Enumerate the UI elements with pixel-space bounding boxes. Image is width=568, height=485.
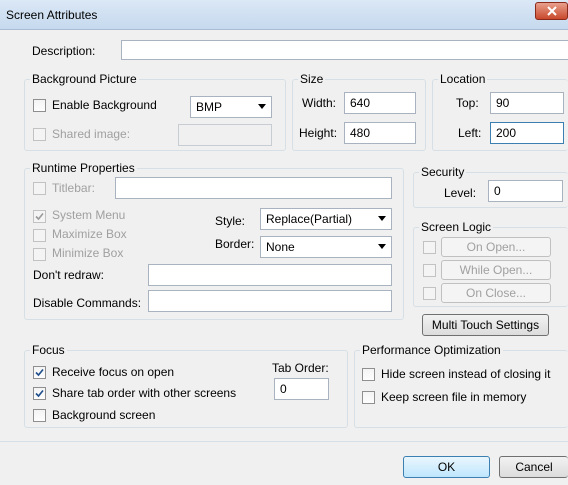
height-label: Height: (299, 126, 338, 140)
keep-screen-file-label: Keep screen file in memory (381, 390, 527, 404)
maximize-box-label: Maximize Box (52, 227, 127, 241)
checkmark-icon (35, 389, 44, 398)
maximize-box-checkbox[interactable] (33, 229, 46, 242)
left-label: Left: (458, 126, 482, 140)
border-value: None (266, 240, 295, 254)
checkmark-icon (35, 368, 44, 377)
border-select[interactable]: None (260, 236, 392, 258)
screen-logic-group-label: Screen Logic (419, 220, 494, 234)
background-screen-checkbox[interactable] (33, 409, 46, 422)
minimize-box-label: Minimize Box (52, 246, 124, 260)
description-label: Description: (32, 44, 96, 58)
size-group-label: Size (298, 72, 326, 86)
cancel-button[interactable]: Cancel (499, 456, 568, 478)
height-input[interactable]: 480 (344, 122, 416, 144)
top-label: Top: (456, 96, 479, 110)
tab-order-label: Tab Order: (272, 361, 329, 375)
disable-commands-label: Disable Commands: (33, 296, 142, 310)
on-close-checkbox[interactable] (423, 287, 436, 300)
close-icon (547, 6, 557, 16)
multi-touch-settings-button[interactable]: Multi Touch Settings (422, 314, 549, 336)
while-open-checkbox[interactable] (423, 264, 436, 277)
focus-group-label: Focus (30, 343, 67, 357)
on-close-button[interactable]: On Close... (441, 283, 551, 303)
performance-optimization-group (354, 350, 568, 428)
screen-attributes-dialog: Screen Attributes Description: Backgroun… (0, 0, 568, 485)
disable-commands-input[interactable] (148, 290, 392, 312)
top-input[interactable]: 90 (490, 92, 564, 114)
style-label: Style: (215, 214, 246, 228)
window-title: Screen Attributes (6, 8, 98, 22)
width-label: Width: (302, 96, 337, 110)
security-level-label: Level: (444, 186, 477, 200)
background-screen-label: Background screen (52, 408, 156, 422)
enable-background-label: Enable Background (52, 98, 157, 112)
performance-optimization-group-label: Performance Optimization (360, 343, 503, 357)
checkmark-icon (35, 212, 44, 221)
security-group-label: Security (419, 165, 467, 179)
description-input[interactable] (121, 40, 568, 60)
titlebar-label: Titlebar: (52, 181, 95, 195)
dont-redraw-label: Don't redraw: (33, 268, 104, 282)
security-level-input[interactable]: 0 (488, 180, 563, 202)
shared-image-input[interactable] (178, 124, 272, 146)
titlebar-checkbox[interactable] (33, 182, 46, 195)
shared-image-checkbox[interactable] (33, 128, 46, 141)
hide-screen-label: Hide screen instead of closing it (381, 367, 551, 381)
background-picture-group-label: Background Picture (30, 72, 139, 86)
style-select[interactable]: Replace(Partial) (260, 208, 392, 230)
system-menu-label: System Menu (52, 208, 126, 222)
border-label: Border: (215, 237, 255, 251)
chevron-down-icon (378, 244, 386, 249)
location-group-label: Location (438, 72, 488, 86)
system-menu-checkbox[interactable] (33, 210, 46, 223)
on-open-button[interactable]: On Open... (441, 237, 551, 257)
tab-order-input[interactable]: 0 (274, 378, 329, 400)
hide-screen-checkbox[interactable] (362, 368, 375, 381)
footer-divider (0, 441, 568, 442)
enable-background-checkbox[interactable] (33, 99, 46, 112)
close-button[interactable] (535, 2, 568, 20)
receive-focus-label: Receive focus on open (52, 365, 175, 379)
keep-screen-file-checkbox[interactable] (362, 391, 375, 404)
dont-redraw-input[interactable] (148, 264, 392, 286)
style-value: Replace(Partial) (266, 212, 353, 226)
background-format-select[interactable]: BMP (190, 96, 272, 118)
while-open-button[interactable]: While Open... (441, 260, 551, 280)
title-bar: Screen Attributes (0, 0, 568, 30)
chevron-down-icon (378, 216, 386, 221)
share-tab-order-checkbox[interactable] (33, 387, 46, 400)
shared-image-label: Shared image: (52, 127, 131, 141)
runtime-properties-group-label: Runtime Properties (30, 161, 137, 175)
width-input[interactable]: 640 (344, 92, 416, 114)
left-input[interactable]: 200 (490, 122, 564, 144)
share-tab-order-label: Share tab order with other screens (52, 386, 237, 400)
chevron-down-icon (258, 104, 266, 109)
minimize-box-checkbox[interactable] (33, 248, 46, 261)
titlebar-input[interactable] (115, 177, 392, 199)
background-format-value: BMP (196, 100, 223, 114)
ok-button[interactable]: OK (403, 456, 490, 478)
receive-focus-checkbox[interactable] (33, 366, 46, 379)
on-open-checkbox[interactable] (423, 241, 436, 254)
